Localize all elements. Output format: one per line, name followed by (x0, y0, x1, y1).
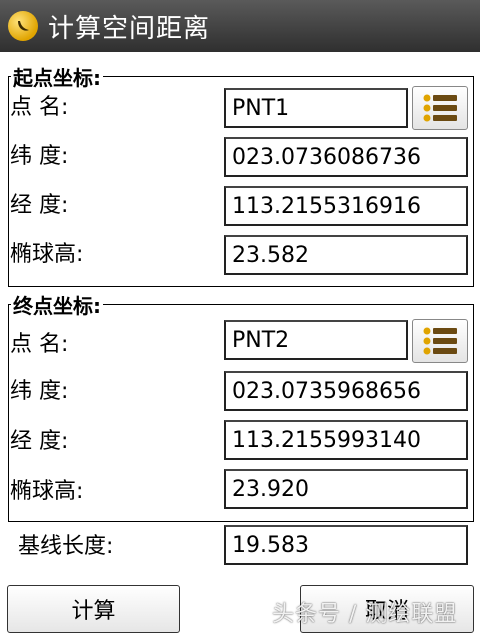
start-lat-input[interactable] (224, 137, 468, 177)
end-lon-label: 经 度: (10, 429, 69, 454)
title-bar: 计算空间距离 (0, 0, 480, 52)
end-height-input[interactable] (224, 469, 468, 509)
end-name-input[interactable] (224, 320, 408, 360)
list-icon (423, 327, 457, 355)
end-height-label: 椭球高: (10, 479, 84, 504)
start-lon-label: 经 度: (10, 193, 69, 218)
end-name-label: 点 名: (10, 332, 69, 357)
calculate-button[interactable]: 计算 (7, 585, 180, 633)
end-lon-input[interactable] (224, 420, 468, 460)
start-height-input[interactable] (224, 235, 468, 275)
start-height-label: 椭球高: (10, 242, 84, 267)
app-logo-icon (8, 11, 38, 41)
start-point-legend: 起点坐标: (13, 66, 101, 90)
baseline-length-label: 基线长度: (18, 534, 114, 559)
start-point-list-button[interactable] (412, 86, 468, 130)
start-name-input[interactable] (224, 88, 408, 128)
end-point-list-button[interactable] (412, 319, 468, 363)
end-lat-input[interactable] (224, 371, 468, 411)
start-lat-label: 纬 度: (10, 144, 69, 169)
start-lon-input[interactable] (224, 186, 468, 226)
baseline-length-output (224, 525, 468, 565)
cancel-button[interactable]: 取消 (300, 585, 474, 633)
window-title: 计算空间距离 (48, 13, 211, 44)
end-point-legend: 终点坐标: (13, 294, 101, 318)
list-icon (423, 94, 457, 122)
start-name-label: 点 名: (10, 95, 69, 120)
end-lat-label: 纬 度: (10, 379, 69, 404)
